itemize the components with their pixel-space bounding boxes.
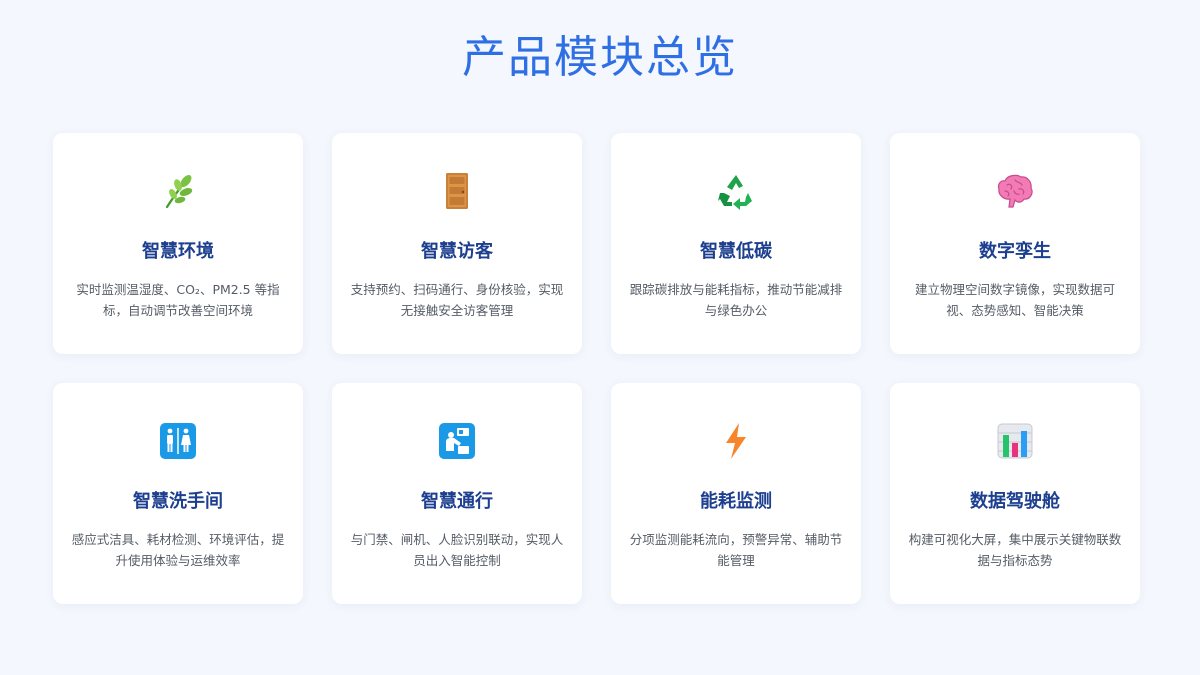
module-title: 智慧通行 <box>421 491 493 512</box>
module-description: 建立物理空间数字镜像，实现数据可视、态势感知、智能决策 <box>914 282 1115 318</box>
page: 产品模块总览 智慧环境 实时监测温湿度、CO₂、PM2.5 等指标，自动调节改善… <box>0 0 1200 675</box>
module-title: 智慧洗手间 <box>133 491 223 512</box>
module-title: 数字孪生 <box>979 241 1051 262</box>
recycle-icon <box>716 171 756 211</box>
module-title: 能耗监测 <box>700 491 772 512</box>
module-card-smart-low-carbon[interactable]: 智慧低碳 跟踪碳排放与能耗指标，推动节能减排与绿色办公 <box>611 133 861 354</box>
passport-control-icon <box>437 421 477 461</box>
brain-icon <box>995 171 1035 211</box>
restroom-icon <box>158 421 198 461</box>
module-title: 数据驾驶舱 <box>970 491 1060 512</box>
module-card-digital-twin[interactable]: 数字孪生 建立物理空间数字镜像，实现数据可视、态势感知、智能决策 <box>890 133 1140 354</box>
module-card-smart-environment[interactable]: 智慧环境 实时监测温湿度、CO₂、PM2.5 等指标，自动调节改善空间环境 <box>53 133 303 354</box>
module-description: 分项监测能耗流向，预警异常、辅助节能管理 <box>629 532 843 568</box>
module-description: 与门禁、闸机、人脸识别联动，实现人员出入智能控制 <box>350 532 564 568</box>
module-description: 构建可视化大屏，集中展示关键物联数据与指标态势 <box>908 532 1122 568</box>
bar-chart-icon <box>995 421 1035 461</box>
module-card-data-cockpit[interactable]: 数据驾驶舱 构建可视化大屏，集中展示关键物联数据与指标态势 <box>890 383 1140 604</box>
module-card-smart-access[interactable]: 智慧通行 与门禁、闸机、人脸识别联动，实现人员出入智能控制 <box>332 383 582 604</box>
herb-icon <box>158 171 198 211</box>
module-description: 实时监测温湿度、CO₂、PM2.5 等指标，自动调节改善空间环境 <box>76 282 280 318</box>
module-title: 智慧低碳 <box>700 241 772 262</box>
page-title: 产品模块总览 <box>462 32 738 83</box>
module-title: 智慧访客 <box>421 241 493 262</box>
module-title: 智慧环境 <box>142 241 214 262</box>
module-card-smart-visitor[interactable]: 智慧访客 支持预约、扫码通行、身份核验，实现无接触安全访客管理 <box>332 133 582 354</box>
module-description: 跟踪碳排放与能耗指标，推动节能减排与绿色办公 <box>629 282 843 318</box>
lightning-icon <box>716 421 756 461</box>
module-card-energy-monitoring[interactable]: 能耗监测 分项监测能耗流向，预警异常、辅助节能管理 <box>611 383 861 604</box>
door-icon <box>437 171 477 211</box>
module-card-smart-restroom[interactable]: 智慧洗手间 感应式洁具、耗材检测、环境评估，提升使用体验与运维效率 <box>53 383 303 604</box>
module-description: 感应式洁具、耗材检测、环境评估，提升使用体验与运维效率 <box>71 532 285 568</box>
module-description: 支持预约、扫码通行、身份核验，实现无接触安全访客管理 <box>350 282 564 318</box>
module-grid: 智慧环境 实时监测温湿度、CO₂、PM2.5 等指标，自动调节改善空间环境 智慧… <box>53 133 1140 604</box>
